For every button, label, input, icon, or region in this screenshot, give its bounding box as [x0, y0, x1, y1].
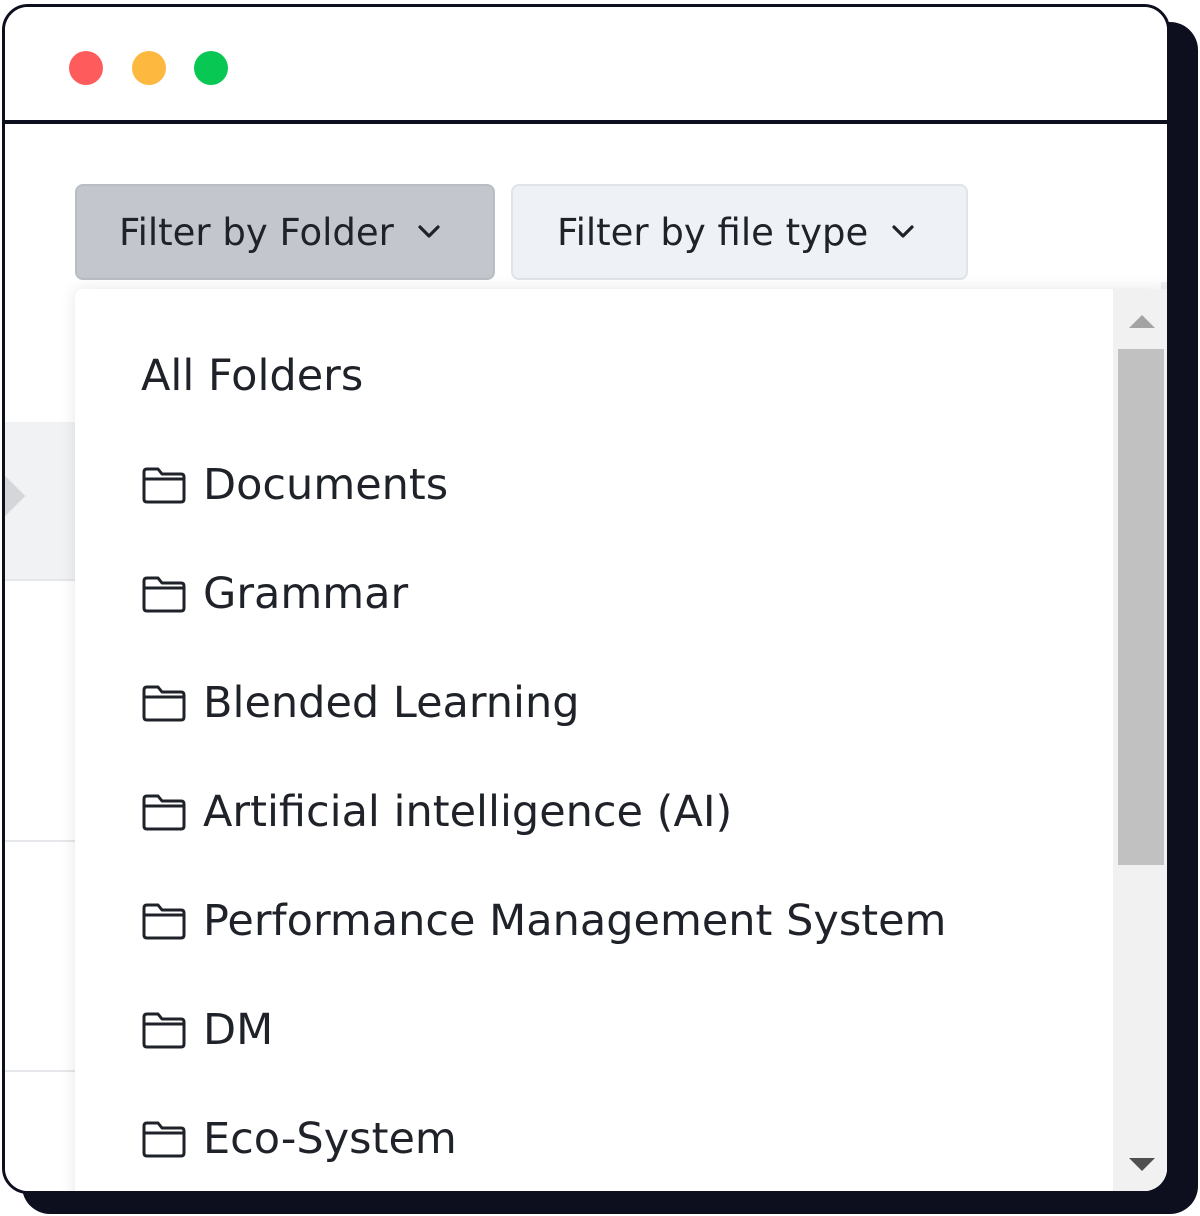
- scroll-up-arrow-icon[interactable]: [1129, 315, 1155, 328]
- page-content: Filter by Folder Filter by file type All…: [5, 124, 1167, 1191]
- menu-item-label: DM: [203, 1005, 274, 1055]
- chevron-down-icon: [892, 225, 914, 238]
- menu-item-label: Performance Management System: [203, 896, 947, 946]
- menu-item-label: Documents: [203, 460, 449, 510]
- row-divider: [5, 579, 85, 581]
- row-divider: [5, 840, 85, 842]
- folder-icon: [142, 467, 186, 504]
- menu-item-folder[interactable]: Documents: [141, 455, 448, 515]
- folder-list: All Folders Documents Grammar Blended Le…: [75, 289, 1115, 1191]
- row-divider: [5, 1070, 85, 1072]
- menu-item-folder[interactable]: Artificial intelligence (AI): [141, 782, 732, 842]
- folder-icon: [142, 903, 186, 940]
- menu-item-label: Blended Learning: [203, 678, 580, 728]
- folder-icon: [142, 1012, 186, 1049]
- menu-item-folder[interactable]: Performance Management System: [141, 891, 946, 951]
- menu-item-label: Grammar: [203, 569, 409, 619]
- minimize-window-button[interactable]: [132, 51, 166, 85]
- folder-dropdown-menu: All Folders Documents Grammar Blended Le…: [75, 289, 1167, 1191]
- maximize-window-button[interactable]: [194, 51, 228, 85]
- filter-by-file-type-button[interactable]: Filter by file type: [511, 184, 968, 280]
- app-window: Filter by Folder Filter by file type All…: [2, 4, 1170, 1194]
- menu-item-folder[interactable]: Blended Learning: [141, 673, 580, 733]
- folder-icon: [142, 576, 186, 613]
- dropdown-scrollbar[interactable]: [1113, 289, 1167, 1191]
- close-window-button[interactable]: [69, 51, 103, 85]
- menu-item-folder[interactable]: DM: [141, 1000, 273, 1060]
- filter-by-file-type-label: Filter by file type: [557, 210, 869, 254]
- menu-item-folder[interactable]: Eco-System: [141, 1109, 457, 1169]
- menu-item-label: All Folders: [141, 351, 364, 401]
- filter-by-folder-button[interactable]: Filter by Folder: [75, 184, 495, 280]
- chevron-down-icon: [418, 225, 440, 238]
- title-bar: [5, 7, 1167, 124]
- menu-item-folder[interactable]: Grammar: [141, 564, 408, 624]
- folder-icon: [142, 1121, 186, 1158]
- scroll-down-arrow-icon[interactable]: [1129, 1158, 1155, 1171]
- scroll-thumb[interactable]: [1118, 349, 1164, 865]
- menu-item-all-folders[interactable]: All Folders: [141, 346, 363, 406]
- folder-icon: [142, 794, 186, 831]
- menu-item-label: Artificial intelligence (AI): [203, 787, 733, 837]
- filter-by-folder-label: Filter by Folder: [119, 210, 394, 254]
- menu-item-label: Eco-System: [203, 1114, 457, 1164]
- folder-icon: [142, 685, 186, 722]
